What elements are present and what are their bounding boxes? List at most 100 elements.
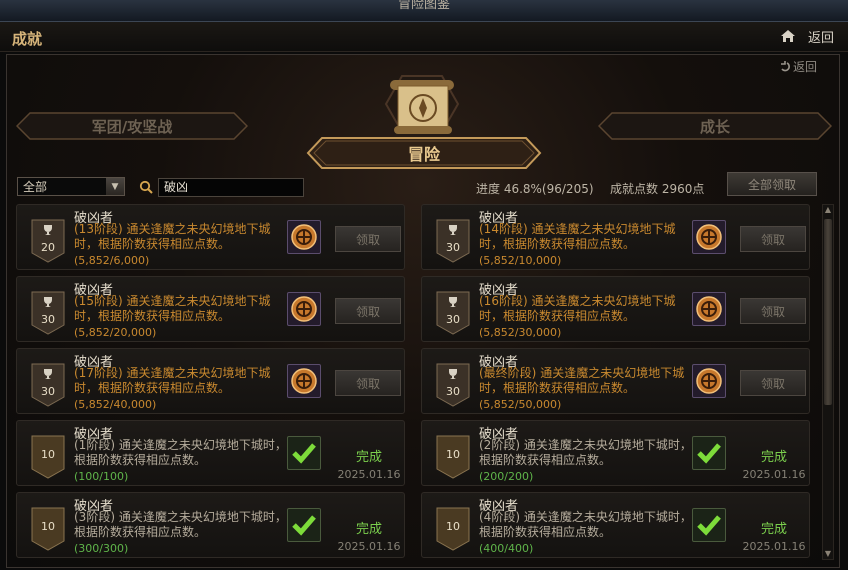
claim-all-button[interactable]: 全部领取 xyxy=(727,172,817,196)
points-badge: 10 xyxy=(31,435,65,479)
completed-label: 完成 xyxy=(355,450,382,465)
achievement-card: 20 破凶者 (13阶段) 通关逢魔之未央幻境地下城时，根据阶数获得相应点数。 … xyxy=(16,204,405,270)
reward-emblem-icon[interactable] xyxy=(692,220,726,254)
badge-points: 30 xyxy=(446,313,460,326)
claim-button[interactable]: 领取 xyxy=(740,370,806,396)
chevron-down-icon[interactable]: ▼ xyxy=(106,178,124,195)
checkmark-icon xyxy=(287,436,321,470)
points-badge: 10 xyxy=(436,435,470,479)
reward-emblem-icon[interactable] xyxy=(287,364,321,398)
scroll-emblem-icon xyxy=(384,75,460,134)
trophy-icon xyxy=(44,369,52,379)
achievement-description: (13阶段) 通关逢魔之未央幻境地下城时，根据阶数获得相应点数。 xyxy=(74,222,288,252)
points-badge: 30 xyxy=(436,291,470,335)
achievement-stage: (最终阶段) xyxy=(479,366,537,380)
achievement-card: 30 破凶者 (17阶段) 通关逢魔之未央幻境地下城时，根据阶数获得相应点数。 … xyxy=(16,348,405,414)
completed-date: 2025.01.16 xyxy=(337,540,401,553)
points-badge: 10 xyxy=(31,507,65,551)
achievement-stage: (3阶段) xyxy=(74,510,115,524)
home-icon[interactable] xyxy=(780,29,796,43)
points-badge: 30 xyxy=(31,363,65,407)
achievement-progress-count: (5,852/50,000) xyxy=(479,398,562,411)
tab-growth[interactable]: 成长 xyxy=(598,112,832,140)
completed-date: 2025.01.16 xyxy=(742,540,806,553)
points-badge: 30 xyxy=(436,219,470,263)
claim-button[interactable]: 领取 xyxy=(335,370,401,396)
completed-label: 完成 xyxy=(355,522,382,537)
scroll-down-icon[interactable]: ▼ xyxy=(823,549,833,559)
claim-button[interactable]: 领取 xyxy=(740,298,806,324)
trophy-icon xyxy=(449,297,457,307)
achievement-description: (最终阶段) 通关逢魔之未央幻境地下城时，根据阶数获得相应点数。 xyxy=(479,366,693,396)
achievement-description: (2阶段) 通关逢魔之未央幻境地下城时，根据阶数获得相应点数。 xyxy=(479,438,693,468)
achievement-stage: (14阶段) xyxy=(479,222,528,236)
achievement-description: (16阶段) 通关逢魔之未央幻境地下城时，根据阶数获得相应点数。 xyxy=(479,294,693,324)
achievement-card: 10 破凶者 (4阶段) 通关逢魔之未央幻境地下城时，根据阶数获得相应点数。 (… xyxy=(421,492,810,558)
achievement-list: 20 破凶者 (13阶段) 通关逢魔之未央幻境地下城时，根据阶数获得相应点数。 … xyxy=(16,204,816,564)
completed-date: 2025.01.16 xyxy=(337,468,401,481)
achievement-description: (15阶段) 通关逢魔之未央幻境地下城时，根据阶数获得相应点数。 xyxy=(74,294,288,324)
achievement-progress-count: (5,852/6,000) xyxy=(74,254,150,267)
category-select-value: 全部 xyxy=(23,180,48,194)
claim-button[interactable]: 领取 xyxy=(335,298,401,324)
reward-emblem-icon[interactable] xyxy=(692,292,726,326)
header-back-button[interactable]: 返回 xyxy=(808,27,834,46)
tab-adventure[interactable]: 冒险 xyxy=(306,136,542,170)
achievement-stage: (2阶段) xyxy=(479,438,520,452)
achievement-points: 成就点数 2960点 xyxy=(610,182,705,196)
achievement-progress-count: (200/200) xyxy=(479,470,534,483)
achievement-stage: (13阶段) xyxy=(74,222,123,236)
achievement-progress-count: (5,852/40,000) xyxy=(74,398,157,411)
tab-legion-siege[interactable]: 军团/攻坚战 xyxy=(16,112,248,140)
tab-legion-siege-label: 军团/攻坚战 xyxy=(91,117,173,136)
achievement-progress-count: (5,852/10,000) xyxy=(479,254,562,267)
achievement-card: 10 破凶者 (1阶段) 通关逢魔之未央幻境地下城时，根据阶数获得相应点数。 (… xyxy=(16,420,405,486)
list-scrollbar[interactable]: ▲ ▼ xyxy=(822,204,834,560)
points-badge: 30 xyxy=(31,291,65,335)
achievement-description: (4阶段) 通关逢魔之未央幻境地下城时，根据阶数获得相应点数。 xyxy=(479,510,693,540)
window-title-bar: 冒险图鉴 xyxy=(0,0,848,22)
panel-back-label: 返回 xyxy=(793,60,818,74)
claim-button[interactable]: 领取 xyxy=(335,226,401,252)
achievement-card: 30 破凶者 (最终阶段) 通关逢魔之未央幻境地下城时，根据阶数获得相应点数。 … xyxy=(421,348,810,414)
trophy-icon xyxy=(449,369,457,379)
achievement-progress-count: (300/300) xyxy=(74,542,129,555)
reward-emblem-icon[interactable] xyxy=(287,292,321,326)
badge-points: 20 xyxy=(41,241,55,254)
return-arrow-icon xyxy=(781,60,790,71)
achievement-stage: (4阶段) xyxy=(479,510,520,524)
achievement-description: (14阶段) 通关逢魔之未央幻境地下城时，根据阶数获得相应点数。 xyxy=(479,222,693,252)
page-title: 成就 xyxy=(12,30,43,48)
achievement-progress-count: (5,852/20,000) xyxy=(74,326,157,339)
claim-button[interactable]: 领取 xyxy=(740,226,806,252)
achievement-card: 30 破凶者 (16阶段) 通关逢魔之未央幻境地下城时，根据阶数获得相应点数。 … xyxy=(421,276,810,342)
trophy-icon xyxy=(449,225,457,235)
panel-back-button[interactable]: 返回 xyxy=(778,58,817,75)
category-select[interactable]: 全部 ▼ xyxy=(17,177,125,196)
reward-emblem-icon[interactable] xyxy=(692,364,726,398)
badge-points: 30 xyxy=(446,385,460,398)
tab-adventure-label: 冒险 xyxy=(407,145,440,164)
reward-emblem-icon[interactable] xyxy=(287,220,321,254)
achievement-card: 10 破凶者 (3阶段) 通关逢魔之未央幻境地下城时，根据阶数获得相应点数。 (… xyxy=(16,492,405,558)
achievement-stage: (1阶段) xyxy=(74,438,115,452)
badge-points: 10 xyxy=(41,448,55,461)
scroll-up-icon[interactable]: ▲ xyxy=(823,205,833,215)
badge-points: 30 xyxy=(41,313,55,326)
checkmark-icon xyxy=(692,436,726,470)
achievement-description: (1阶段) 通关逢魔之未央幻境地下城时，根据阶数获得相应点数。 xyxy=(74,438,288,468)
achievement-stage: (15阶段) xyxy=(74,294,123,308)
checkmark-icon xyxy=(287,508,321,542)
tab-growth-label: 成长 xyxy=(699,117,730,136)
badge-points: 30 xyxy=(41,385,55,398)
achievement-progress-count: (5,852/30,000) xyxy=(479,326,562,339)
search-icon xyxy=(139,180,153,194)
scroll-thumb[interactable] xyxy=(824,219,832,405)
badge-points: 10 xyxy=(446,448,460,461)
achievement-description: (17阶段) 通关逢魔之未央幻境地下城时，根据阶数获得相应点数。 xyxy=(74,366,288,396)
points-badge: 20 xyxy=(31,219,65,263)
checkmark-icon xyxy=(692,508,726,542)
search-input[interactable]: 破凶 xyxy=(158,178,304,197)
achievement-card: 30 破凶者 (14阶段) 通关逢魔之未央幻境地下城时，根据阶数获得相应点数。 … xyxy=(421,204,810,270)
badge-points: 30 xyxy=(446,241,460,254)
